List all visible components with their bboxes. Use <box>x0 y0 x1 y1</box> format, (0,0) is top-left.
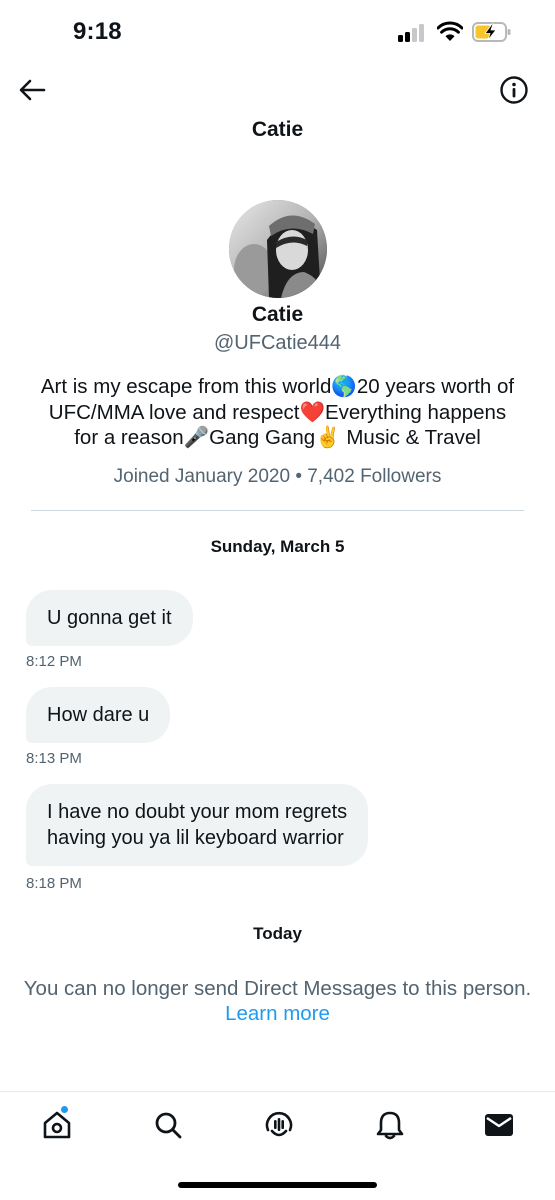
message-timestamp: 8:12 PM <box>26 653 82 670</box>
tab-messages[interactable] <box>482 1108 516 1142</box>
date-separator-today: Today <box>253 924 302 943</box>
tab-search[interactable] <box>151 1108 185 1142</box>
battery-charging-icon <box>472 22 511 42</box>
learn-more-link[interactable]: Learn more <box>0 1001 555 1026</box>
divider <box>31 510 524 511</box>
message-text: How dare u <box>47 704 150 726</box>
message-bubble[interactable]: How dare u <box>26 687 171 743</box>
notification-dot <box>60 1105 69 1114</box>
bio-line: UFC/MMA love and respect❤️Everything hap… <box>48 400 507 424</box>
back-button[interactable] <box>14 72 50 108</box>
message-text: I have no doubt your mom regrets <box>47 801 348 823</box>
home-indicator[interactable] <box>178 1182 377 1188</box>
wifi-icon <box>437 21 463 41</box>
messages-icon <box>485 1114 513 1136</box>
message-timestamp: 8:18 PM <box>26 875 82 892</box>
date-separator: Sunday, March 5 <box>210 537 345 556</box>
status-time: 9:18 <box>73 18 122 45</box>
notifications-icon <box>376 1111 404 1140</box>
tab-notifications[interactable] <box>373 1108 407 1142</box>
arrow-left-icon <box>19 79 46 101</box>
profile-handle: @UFCatie444 <box>213 332 342 354</box>
tab-home[interactable] <box>40 1108 74 1142</box>
search-icon <box>155 1112 182 1139</box>
message-bubble[interactable]: U gonna get it <box>26 590 193 646</box>
cellular-signal-icon <box>398 22 428 42</box>
avatar[interactable] <box>229 200 327 298</box>
bio-line: Art is my escape from this world🌎20 year… <box>40 375 515 398</box>
notice-text: You can no longer send Direct Messages t… <box>23 977 532 1000</box>
profile-name: Catie <box>251 303 304 326</box>
message-text: having you ya lil keyboard warrior <box>47 827 344 849</box>
status-bar: 9:18 <box>0 0 555 66</box>
spaces-icon <box>265 1111 293 1137</box>
info-button[interactable] <box>496 72 532 108</box>
message-timestamp: 8:13 PM <box>26 750 82 767</box>
dm-restricted-notice: You can no longer send Direct Messages t… <box>0 976 555 1026</box>
conversation-title: Catie <box>251 118 304 141</box>
profile-meta: Joined January 2020 • 7,402 Followers <box>113 466 442 487</box>
bio-line: for a reason🎤Gang Gang✌️ Music & Travel <box>74 426 481 449</box>
message-bubble[interactable]: I have no doubt your mom regrets having … <box>26 784 369 866</box>
tab-spaces[interactable] <box>262 1108 296 1142</box>
message-text: U gonna get it <box>47 607 172 629</box>
profile-bio: Art is my escape from this world🌎20 year… <box>20 374 535 451</box>
home-icon <box>43 1111 71 1139</box>
info-icon <box>500 76 528 104</box>
